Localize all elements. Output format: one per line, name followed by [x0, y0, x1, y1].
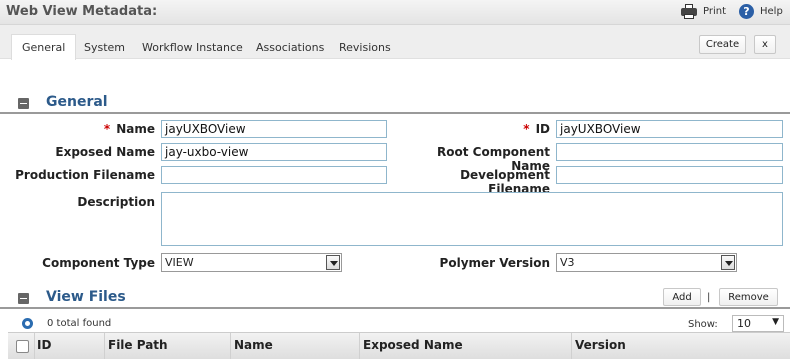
- chevron-down-icon: ▼: [772, 317, 779, 327]
- column-id[interactable]: ID: [37, 338, 51, 352]
- component-type-select[interactable]: VIEW: [161, 253, 342, 272]
- show-label: Show:: [688, 319, 718, 330]
- general-section-header: General: [0, 92, 790, 114]
- component-type-value: VIEW: [165, 256, 194, 269]
- window-title: Web View Metadata:: [6, 4, 158, 19]
- help-icon: ?: [739, 4, 754, 19]
- tab-bar: General System Workflow Instance Associa…: [0, 25, 790, 60]
- polymer-version-value: V3: [560, 256, 575, 269]
- description-label: Description: [77, 195, 155, 209]
- select-all-checkbox[interactable]: [16, 340, 29, 353]
- description-textarea[interactable]: [161, 192, 783, 246]
- chevron-down-icon[interactable]: [721, 255, 735, 270]
- column-name[interactable]: Name: [234, 338, 273, 352]
- page-size-value: 10: [737, 317, 751, 330]
- chevron-down-icon[interactable]: [326, 255, 340, 270]
- development-filename-field[interactable]: [556, 166, 783, 184]
- polymer-version-label: Polymer Version: [439, 256, 550, 270]
- view-files-section-title: View Files: [46, 289, 126, 305]
- refresh-icon[interactable]: [22, 318, 33, 329]
- id-field[interactable]: jayUXBOView: [556, 120, 783, 138]
- exposed-name-field[interactable]: jay-uxbo-view: [161, 143, 387, 161]
- polymer-version-select[interactable]: V3: [556, 253, 737, 272]
- production-filename-field[interactable]: [161, 166, 387, 184]
- tab-system[interactable]: System: [74, 35, 135, 59]
- total-found: 0 total found: [47, 318, 112, 329]
- id-label: * ID: [523, 122, 550, 136]
- add-button[interactable]: Add: [663, 288, 701, 306]
- printer-icon: [681, 4, 697, 19]
- close-button[interactable]: x: [754, 35, 776, 54]
- column-exposed-name[interactable]: Exposed Name: [363, 338, 463, 352]
- production-filename-label: Production Filename: [15, 168, 155, 182]
- print-label: Print: [703, 6, 727, 17]
- remove-button[interactable]: Remove: [719, 288, 778, 306]
- general-section-title: General: [46, 94, 108, 110]
- collapse-icon[interactable]: [18, 98, 29, 109]
- component-type-label: Component Type: [42, 256, 155, 270]
- column-version[interactable]: Version: [575, 338, 626, 352]
- root-component-name-field[interactable]: [556, 143, 783, 161]
- column-file-path[interactable]: File Path: [108, 338, 168, 352]
- exposed-name-label: Exposed Name: [55, 145, 155, 159]
- tab-revisions[interactable]: Revisions: [329, 35, 401, 59]
- print-button[interactable]: Print: [681, 4, 726, 19]
- tab-workflow-instance[interactable]: Workflow Instance: [132, 35, 253, 59]
- required-marker: *: [103, 122, 111, 136]
- create-button[interactable]: Create: [699, 35, 746, 54]
- page-size-select[interactable]: 10 ▼: [732, 315, 784, 332]
- name-label: * Name: [103, 122, 155, 136]
- tab-associations[interactable]: Associations: [246, 35, 334, 59]
- tab-general[interactable]: General: [11, 34, 77, 60]
- view-files-table-header: ID File Path Name Exposed Name Version: [8, 332, 790, 359]
- collapse-icon[interactable]: [18, 293, 29, 304]
- help-label: Help: [760, 6, 783, 17]
- title-bar: Web View Metadata: Print ? Help: [0, 0, 790, 25]
- name-field[interactable]: jayUXBOView: [161, 120, 387, 138]
- help-button[interactable]: ? Help: [739, 4, 783, 19]
- required-marker: *: [523, 122, 530, 136]
- button-separator: |: [707, 292, 711, 303]
